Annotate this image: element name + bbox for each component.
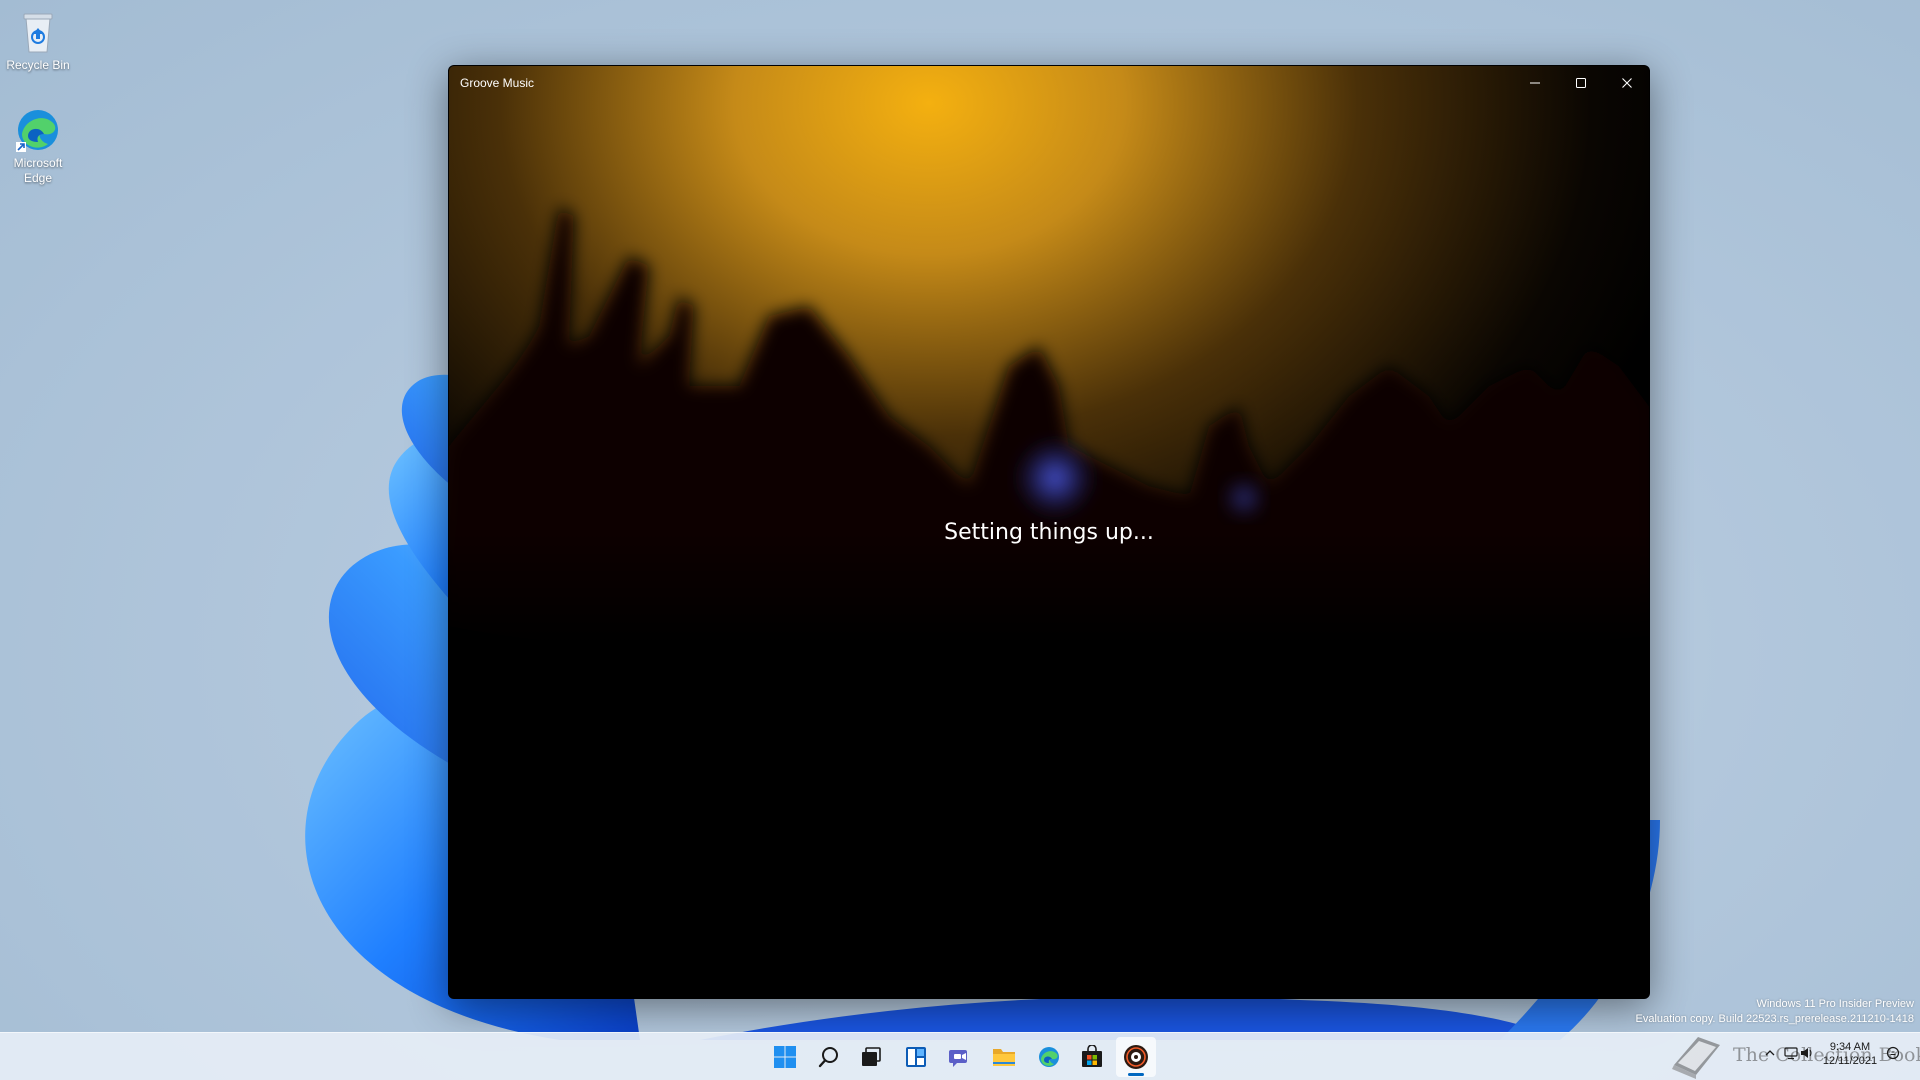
- watermark-line-build: Evaluation copy. Build 22523.rs_prerelea…: [1635, 1013, 1914, 1025]
- notification-center-button[interactable]: [1886, 1046, 1900, 1065]
- widgets-icon: [906, 1047, 926, 1067]
- taskbar: [0, 1032, 1920, 1080]
- close-icon: [1622, 78, 1632, 88]
- store-icon: [1082, 1045, 1102, 1067]
- minimize-button[interactable]: [1512, 66, 1558, 100]
- groove-music-window[interactable]: Groove Music Setting things up...: [448, 65, 1650, 999]
- taskbar-clock[interactable]: 9:34 AM 12/11/2021: [1815, 1040, 1885, 1068]
- taskbar-groove-music-button[interactable]: [1116, 1037, 1156, 1077]
- tray-overflow-button[interactable]: [1764, 1046, 1776, 1064]
- taskbar-search-button[interactable]: [809, 1037, 849, 1077]
- recycle-bin-icon: [23, 13, 53, 53]
- loading-status-text: Setting things up...: [944, 520, 1154, 545]
- clock-date: 12/11/2021: [1822, 1055, 1878, 1067]
- book-icon: [1672, 1037, 1720, 1079]
- windows-start-icon: [774, 1046, 796, 1068]
- tray-volume-button[interactable]: [1800, 1046, 1814, 1065]
- maximize-icon: [1576, 78, 1586, 88]
- taskbar-start-button[interactable]: [765, 1037, 805, 1077]
- taskbar-widgets-button[interactable]: [896, 1037, 936, 1077]
- maximize-button[interactable]: [1558, 66, 1604, 100]
- tray-network-button[interactable]: [1784, 1046, 1798, 1065]
- title-bar[interactable]: Groove Music: [449, 66, 1649, 100]
- volume-icon: [1801, 1048, 1812, 1058]
- desktop-icon-label: Recycle Bin: [6, 58, 70, 72]
- minimize-icon: [1530, 82, 1540, 84]
- notification-icon: [1886, 1046, 1900, 1060]
- groove-music-icon: [1124, 1045, 1148, 1069]
- network-icon: [1784, 1047, 1798, 1060]
- active-app-indicator: [1128, 1073, 1144, 1076]
- edge-icon: [1039, 1047, 1059, 1067]
- chevron-up-icon: [1765, 1050, 1775, 1056]
- folder-icon: [993, 1049, 1015, 1066]
- edge-icon: [16, 110, 58, 152]
- close-button[interactable]: [1604, 66, 1649, 100]
- chat-icon: [949, 1050, 967, 1067]
- desktop-icon-edge[interactable]: Microsoft Edge: [0, 106, 76, 186]
- search-icon: [818, 1047, 838, 1068]
- taskbar-edge-button[interactable]: [1029, 1037, 1069, 1077]
- taskbar-chat-button[interactable]: [940, 1037, 980, 1077]
- watermark-line-edition: Windows 11 Pro Insider Preview: [1756, 998, 1914, 1010]
- taskbar-file-explorer-button[interactable]: [984, 1037, 1024, 1077]
- taskbar-store-button[interactable]: [1072, 1037, 1112, 1077]
- clock-time: 9:34 AM: [1829, 1041, 1871, 1053]
- taskbar-task-view-button[interactable]: [851, 1037, 891, 1077]
- desktop-icon-recycle-bin[interactable]: Recycle Bin: [0, 8, 76, 73]
- build-watermark: Windows 11 Pro Insider Preview Evaluatio…: [1636, 997, 1914, 1027]
- desktop: Recycle Bin Microsoft Edge Groove Music …: [0, 0, 1920, 1080]
- task-view-icon: [862, 1047, 881, 1066]
- window-title: Groove Music: [460, 76, 535, 90]
- desktop-icon-label: Microsoft Edge: [13, 156, 63, 185]
